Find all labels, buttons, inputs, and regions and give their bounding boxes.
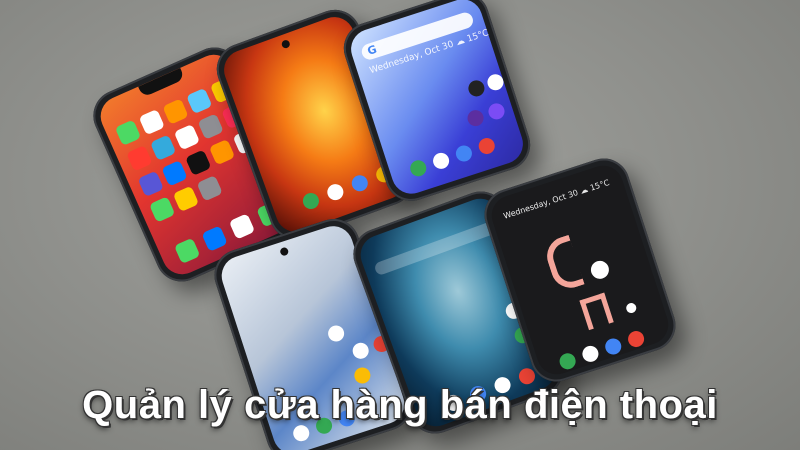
phone-notch	[138, 67, 186, 98]
search-bar	[373, 220, 497, 277]
caption-title: Quản lý cửa hàng bán điện thoại	[82, 383, 718, 427]
front-camera	[280, 39, 291, 50]
photo-stage: G Wednesday, Oct 30 ☁ 15°C Wednesday, Oc…	[0, 0, 800, 450]
front-camera	[279, 246, 290, 257]
date-weather-text: Wednesday, Oct 30 ☁ 15°C	[502, 177, 611, 221]
